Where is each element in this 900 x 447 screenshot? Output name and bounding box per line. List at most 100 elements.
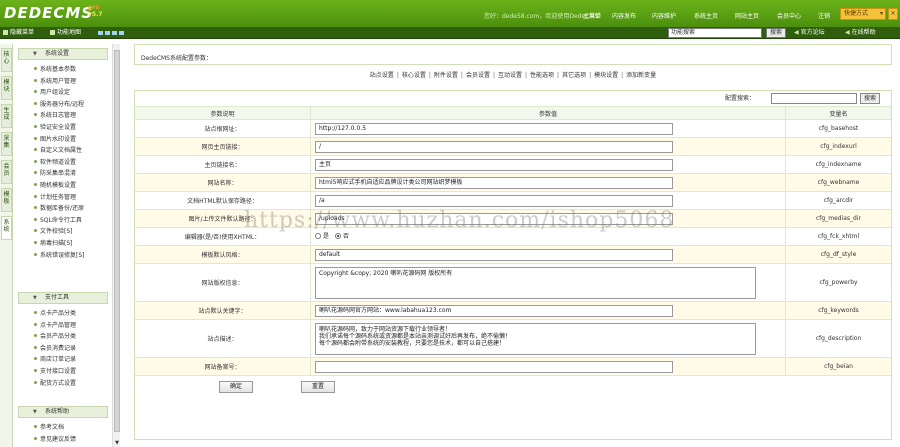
sidebar-section-system-settings[interactable]: ▼ 系统设置 — [18, 48, 108, 60]
table-row: 站点根网址： http://127.0.0.5 cfg_basehost — [135, 120, 891, 138]
tab-member-settings[interactable]: 会员设置 — [466, 72, 490, 79]
function-search-input[interactable]: 功能搜索 — [668, 28, 762, 38]
sidebar-menu-item[interactable]: 支付接口设置 — [34, 368, 76, 376]
close-icon[interactable]: × — [888, 8, 898, 20]
hide-menu-button[interactable]: 隐藏菜单 — [3, 28, 34, 38]
sidebar-scrollbar[interactable]: ▼ — [112, 44, 120, 447]
layout-icon[interactable] — [105, 31, 110, 35]
config-search-button[interactable]: 搜索 — [860, 93, 880, 104]
tab-add-variable[interactable]: 添加新变量 — [626, 72, 656, 79]
indexurl-input[interactable]: / — [315, 141, 673, 153]
layout-icon[interactable] — [112, 31, 117, 35]
indexname-input[interactable]: 主页 — [315, 159, 673, 171]
scrollbar-thumb[interactable] — [114, 50, 120, 432]
sidebar-menu-item[interactable]: 病毒扫描[S] — [34, 240, 73, 248]
sidebar-menu-item[interactable]: 配货方式设置 — [34, 380, 76, 388]
sidebar-menu-item[interactable]: 会员消费记录 — [34, 345, 76, 353]
table-row: 网页主页链接： / cfg_indexurl — [135, 138, 891, 156]
tab-interaction-settings[interactable]: 互动设置 — [498, 72, 522, 79]
sidebar-menu-label: 防采集串混淆 — [40, 170, 77, 178]
sidebar-menu-item[interactable]: 商店订单记录 — [34, 356, 76, 364]
quick-links-dropdown[interactable]: 快捷方式 ▾ — [840, 8, 886, 20]
function-map-button[interactable]: 功能地图 — [50, 28, 81, 38]
vtab-module[interactable]: 模块 — [1, 76, 12, 100]
page-title: DedeCMS系统配置参数： — [141, 55, 212, 62]
online-help-link[interactable]: ◀ 在线帮助 — [845, 29, 876, 37]
df-style-input[interactable]: default — [315, 249, 673, 261]
description-textarea[interactable]: 喇叭花源码网，致力于网站资源下载行业领导者！ 我们承诺每个源码系统或资源都是本站… — [315, 323, 756, 355]
nav-main-menu[interactable]: 主菜单 — [583, 11, 601, 20]
webname-input[interactable]: html5响应式手机自适应品牌设计类公司网站织梦模板 — [315, 177, 673, 189]
sidebar-menu-label: 意见建议反馈 — [40, 435, 77, 443]
xhtml-yes-radio[interactable] — [315, 233, 321, 239]
sidebar-menu-item[interactable]: 点卡产品分类 — [34, 310, 76, 318]
config-table: 配置搜索： 搜索 参数说明 参数值 变量名 站点根网址： http://127.… — [134, 90, 892, 440]
tab-attachment-settings[interactable]: 附件设置 — [434, 72, 458, 79]
beian-input[interactable] — [315, 361, 673, 373]
sidebar-section-payment-tools[interactable]: ▼ 支付工具 — [18, 292, 108, 304]
nav-site-home[interactable]: 网站主页 — [735, 11, 759, 20]
arcdir-input[interactable]: /a — [315, 195, 673, 207]
layout-icon[interactable] — [119, 31, 124, 35]
nav-content-publish[interactable]: 内容发布 — [612, 11, 636, 20]
reset-button[interactable]: 重置 — [301, 381, 335, 393]
sidebar-menu-item[interactable]: 用户组设定 — [34, 89, 70, 97]
nav-member-center[interactable]: 会员中心 — [777, 11, 801, 20]
sidebar-menu-item[interactable]: 软件频道设置 — [34, 159, 76, 167]
nav-logout[interactable]: 注销 — [818, 11, 830, 20]
nav-content-maintain[interactable]: 内容维护 — [652, 11, 676, 20]
table-row: 模板默认风格： default cfg_df_style — [135, 246, 891, 264]
sidebar-menu-item[interactable]: 系统日志管理 — [34, 112, 76, 120]
sidebar-section-title: 系统设置 — [45, 50, 70, 57]
sidebar-menu-item[interactable]: 服务器分布/远程 — [34, 101, 84, 109]
tab-module-settings[interactable]: 模块设置 — [594, 72, 618, 79]
tab-other-options[interactable]: 其它选项 — [562, 72, 586, 79]
xhtml-no-radio[interactable] — [334, 233, 341, 239]
row-variable: cfg_powerby — [819, 279, 858, 286]
powerby-textarea[interactable]: Copyright &copy; 2020 喇叭花源码网 版权所有 — [315, 267, 756, 299]
row-value-cell: http://127.0.0.5 — [311, 120, 786, 137]
official-forum-link[interactable]: ◀ 官方论坛 — [794, 29, 825, 37]
bullet-icon — [34, 171, 37, 175]
sidebar-section-system-help[interactable]: ▼ 系统帮助 — [18, 406, 108, 418]
scroll-down-icon[interactable]: ▼ — [113, 439, 121, 447]
sidebar-menu-item[interactable]: 计划任务管理 — [34, 194, 76, 202]
vtab-template[interactable]: 模板 — [1, 188, 12, 212]
tab-performance-options[interactable]: 性能选项 — [530, 72, 554, 79]
sidebar-menu-item[interactable]: 验证安全设置 — [34, 124, 76, 132]
sidebar-menu-item[interactable]: 意见建议反馈 — [34, 436, 76, 444]
basehost-input[interactable]: http://127.0.0.5 — [315, 123, 673, 135]
vtab-core[interactable]: 核心 — [1, 48, 12, 72]
chevron-down-icon: ▾ — [879, 10, 883, 17]
keywords-input[interactable]: 喇叭花源码网官方网站：www.labahua123.com — [315, 305, 673, 317]
config-search-input[interactable] — [771, 93, 857, 104]
sidebar-menu-item[interactable]: 系统错误修复[S] — [34, 252, 85, 260]
sidebar-menu-item[interactable]: 系统基本参数 — [34, 66, 76, 74]
sidebar-menu-item[interactable]: 文件校验[S] — [34, 228, 73, 236]
tab-core-settings[interactable]: 核心设置 — [402, 72, 426, 79]
layout-icon[interactable] — [98, 31, 103, 35]
sidebar-menu-item[interactable]: 参考文档 — [34, 424, 64, 432]
function-search-button[interactable]: 搜索 — [766, 28, 786, 38]
sidebar-menu-item[interactable]: 图片水印设置 — [34, 136, 76, 144]
vtab-collect[interactable]: 采集 — [1, 132, 12, 156]
sidebar-menu-item[interactable]: 防采集串混淆 — [34, 170, 76, 178]
sidebar-menu-label: 会员消费记录 — [40, 344, 77, 352]
sidebar-menu-item[interactable]: 系统用户管理 — [34, 78, 76, 86]
vtab-member[interactable]: 会员 — [1, 160, 12, 184]
config-search-row: 配置搜索： 搜索 — [135, 91, 891, 107]
sidebar-menu-item[interactable]: 点卡产品管理 — [34, 322, 76, 330]
sidebar-menu-item[interactable]: 随机模板设置 — [34, 182, 76, 190]
sidebar-menu-item[interactable]: 数据库备份/还原 — [34, 205, 84, 213]
sidebar-menu-item[interactable]: 自定义文档属性 — [34, 147, 82, 155]
nav-system-home[interactable]: 系统主页 — [694, 11, 718, 20]
chevron-down-icon: ▼ — [33, 51, 37, 57]
vtab-system[interactable]: 系统 — [1, 216, 12, 240]
tab-site-settings[interactable]: 站点设置 — [370, 72, 394, 79]
sidebar-menu-item[interactable]: SQL命令行工具 — [34, 217, 82, 225]
tab-separator: | — [557, 72, 560, 79]
confirm-button[interactable]: 确定 — [219, 381, 253, 393]
description-line: 每个源码都会附带系统的安装教程，只要您是技术，都可以自己搭建！ — [319, 340, 506, 347]
sidebar-menu-item[interactable]: 会员产品分类 — [34, 333, 76, 341]
vtab-generate[interactable]: 生成 — [1, 104, 12, 128]
